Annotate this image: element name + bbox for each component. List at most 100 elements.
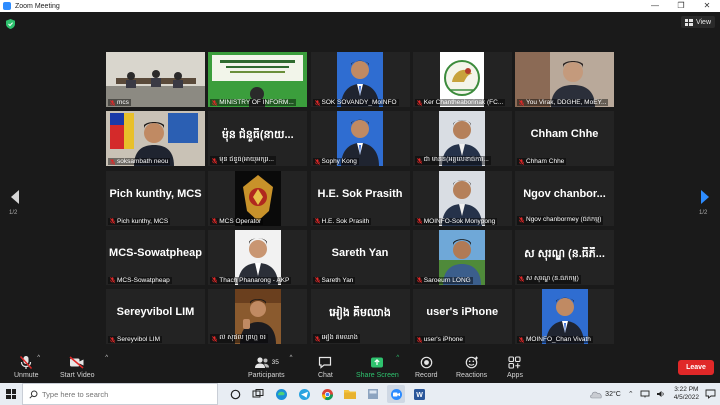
apps-button[interactable]: Apps xyxy=(507,354,523,379)
participant-tile[interactable]: ជា ម៉ានិន(អគ្គលេខាធិការ... xyxy=(412,111,512,167)
participant-tile[interactable]: Ngov chanbor... Ngov chanbormey (ធីភីកម្ម… xyxy=(515,170,614,226)
share-screen-icon xyxy=(371,357,384,367)
participant-name-tag: អៀង គឹមឈាង xyxy=(312,334,360,343)
muted-mic-icon xyxy=(314,218,320,224)
network-icon[interactable] xyxy=(640,390,650,398)
participant-tile[interactable]: អៀង គឹមឈាង អៀង គឹមឈាង xyxy=(310,289,410,344)
participant-name-label: MINISTRY OF INFORM... xyxy=(219,99,294,106)
record-button[interactable]: Record xyxy=(415,354,438,379)
participants-count: 35 xyxy=(271,358,279,366)
weather-cloud-icon[interactable] xyxy=(589,389,603,399)
muted-mic-icon xyxy=(416,99,422,106)
chat-icon xyxy=(319,356,332,369)
tray-overflow-chevron-icon[interactable]: ⌃ xyxy=(628,390,634,398)
search-icon xyxy=(29,390,38,399)
participant-name-label: MOINFO_Chan Vivath xyxy=(526,336,591,343)
cortana-icon[interactable] xyxy=(226,385,244,403)
participant-tile[interactable]: Saroeurn LONG xyxy=(412,229,512,285)
reactions-button[interactable]: Reactions xyxy=(456,354,487,379)
close-icon[interactable]: ✕ xyxy=(694,0,720,12)
view-button[interactable]: View xyxy=(680,16,715,28)
participant-name-label: Sereyvibol LIM xyxy=(117,336,160,343)
participants-button[interactable]: 35 ^ Participants xyxy=(248,354,293,379)
arrow-left-icon xyxy=(11,190,19,204)
restore-icon[interactable]: ❐ xyxy=(668,0,694,12)
participant-name-tag: soksambath neou xyxy=(108,158,171,166)
participant-name-tag: Thach Phanarong - AKP xyxy=(210,276,292,284)
file-explorer-icon[interactable] xyxy=(341,385,359,403)
chrome-icon[interactable] xyxy=(318,385,336,403)
start-button[interactable] xyxy=(0,383,22,405)
participant-name-label: H.E. Sok Prasith xyxy=(321,217,370,225)
participant-tile[interactable]: MINISTRY OF INFORM... xyxy=(208,52,308,107)
participant-display-name: Sereyvibol LIM xyxy=(116,306,195,318)
unmute-options-caret-icon[interactable]: ^ xyxy=(37,355,40,361)
taskbar-search-input[interactable] xyxy=(42,389,212,399)
participant-tile[interactable]: ស សុរណ្ឌ (ន.ធីភី... ស សុរណ្ឌ (ន.ធីភីកម្ម) xyxy=(515,229,614,285)
participant-tile[interactable]: user's iPhone user's iPhone xyxy=(412,289,512,344)
task-view-icon[interactable] xyxy=(249,385,267,403)
participant-tile[interactable]: You Virak, DDGHE, MoEY... xyxy=(515,52,614,107)
participant-tile[interactable]: SOK SOVANDY_MoINFO xyxy=(310,52,410,107)
telegram-icon[interactable] xyxy=(295,385,313,403)
notifications-icon[interactable] xyxy=(705,389,716,399)
participant-name-label: Saroeurn LONG xyxy=(423,276,471,284)
muted-mic-icon xyxy=(416,336,422,343)
participant-tile[interactable]: soksambath neou xyxy=(106,111,205,167)
muted-mic-icon xyxy=(519,276,524,283)
participant-tile[interactable]: Sophy Kong xyxy=(310,111,410,167)
participant-name-label: លឺ សុំផល ព្រហ្ម ចរ xyxy=(219,334,266,341)
share-screen-button[interactable]: ^ Share Screen xyxy=(356,354,399,379)
participant-name-label: soksambath neou xyxy=(117,158,169,166)
taskbar-search-box[interactable] xyxy=(22,383,218,405)
meeting-toolbar: ^ Unmute ^ Start Video 35 ^ Participants… xyxy=(0,352,720,383)
participants-icon xyxy=(254,356,269,368)
participant-tile[interactable]: MCS-Sowatpheap MCS-Sowatpheap xyxy=(106,229,205,285)
unmute-button[interactable]: ^ Unmute xyxy=(14,354,40,379)
participant-tile[interactable]: MCS Operator xyxy=(208,170,308,226)
muted-microphone-icon xyxy=(20,355,33,369)
record-label: Record xyxy=(415,372,438,379)
next-page-button[interactable]: 1/2 xyxy=(699,190,711,220)
participant-tile[interactable]: Chham Chhe Chham Chhe xyxy=(515,111,614,167)
start-video-button[interactable]: ^ Start Video xyxy=(60,354,108,379)
participant-tile[interactable]: Sareth Yan Sareth Yan xyxy=(310,229,410,285)
participant-name-label: Chham Chhe xyxy=(526,158,565,166)
participant-name-tag: MCS-Sowatpheap xyxy=(108,276,172,284)
participant-tile[interactable]: MOINFO_Chan Vivath xyxy=(515,289,614,344)
share-options-caret-icon[interactable]: ^ xyxy=(396,355,399,361)
participant-tile[interactable]: MOINFO-Sok Monypong xyxy=(412,170,512,226)
encryption-shield-icon[interactable] xyxy=(6,19,15,29)
minimize-icon[interactable]: — xyxy=(642,0,668,12)
volume-icon[interactable] xyxy=(656,390,665,398)
participant-tile[interactable]: Thach Phanarong - AKP xyxy=(208,229,308,285)
app-window-icon[interactable] xyxy=(364,385,382,403)
system-clock[interactable]: 3:22 PM 4/5/2022 xyxy=(674,386,699,402)
participant-tile[interactable]: លឺ សុំផល ព្រហ្ម ចរ xyxy=(208,289,308,344)
leave-button[interactable]: Leave xyxy=(678,360,714,375)
participant-tile[interactable]: Ker Chantheaborinak (FC... xyxy=(412,52,512,107)
muted-mic-icon xyxy=(110,99,115,106)
participant-name-tag: ស សុរណ្ឌ (ន.ធីភីកម្ម) xyxy=(517,274,581,284)
page-indicator-left: 1/2 xyxy=(9,210,18,216)
previous-page-button[interactable]: 1/2 xyxy=(9,190,21,220)
participant-name-tag: Sareth Yan xyxy=(312,276,356,284)
zoom-window: Zoom Meeting — ❐ ✕ View 1/2 1/2 mcs MINIS… xyxy=(0,0,720,405)
participant-tile[interactable]: ម៉ុន ជំនួធី(នាយ... ម៉ុន ជំនួធី(អាយុអក្សរ.… xyxy=(208,111,308,167)
participant-name-tag: MOINFO-Sok Monypong xyxy=(414,217,498,225)
edge-browser-icon[interactable] xyxy=(272,385,290,403)
video-options-caret-icon[interactable]: ^ xyxy=(105,355,108,361)
participants-caret-icon[interactable]: ^ xyxy=(290,355,293,361)
participant-name-label: Ngov chanbormey (ធីភីកម្ម) xyxy=(526,215,602,223)
participant-tile[interactable]: mcs xyxy=(106,52,205,107)
participant-tile[interactable]: H.E. Sok Prasith H.E. Sok Prasith xyxy=(310,170,410,226)
arrow-right-icon xyxy=(701,190,709,204)
participant-tile[interactable]: Pich kunthy, MCS Pich kunthy, MCS xyxy=(106,170,205,226)
participant-tile[interactable]: Sereyvibol LIM Sereyvibol LIM xyxy=(106,289,205,344)
zoom-taskbar-icon[interactable] xyxy=(387,385,405,403)
word-icon[interactable]: W xyxy=(410,385,428,403)
participant-name-tag: MCS Operator xyxy=(210,217,264,225)
participant-name-label: ជា ម៉ានិន(អគ្គលេខាធិការ... xyxy=(423,156,489,164)
weather-temperature: 32°C xyxy=(605,390,621,398)
chat-button[interactable]: Chat xyxy=(318,354,333,379)
